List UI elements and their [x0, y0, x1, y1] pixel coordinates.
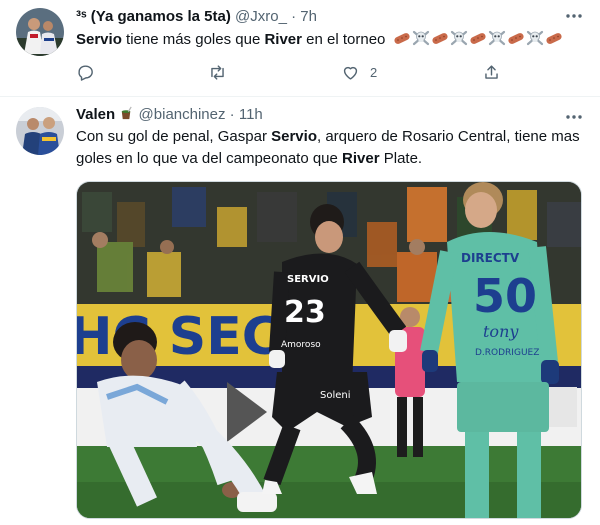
- text-segment: tiene más goles que: [121, 31, 265, 48]
- avatar[interactable]: [16, 8, 64, 56]
- emoji-row: [393, 29, 563, 47]
- skull-crossbones-icon: [450, 30, 467, 46]
- tweet-1[interactable]: ³ˢ (Ya ganamos la 5ta) @Jxro_ · 7h Servi…: [0, 0, 600, 97]
- mention-river: River: [264, 31, 302, 48]
- text-segment: Con su gol de penal, Gaspar: [76, 128, 272, 145]
- display-name[interactable]: Valen: [76, 106, 115, 123]
- retweet-button[interactable]: [208, 60, 227, 84]
- shirt-number: 23: [284, 295, 326, 330]
- timestamp[interactable]: · 7h: [291, 8, 317, 25]
- shirt-sponsor-top: DIRECTV: [461, 251, 520, 265]
- tweet-text: Con su gol de penal, Gaspar Servio, arqu…: [76, 126, 580, 170]
- tweet-text: Servio tiene más goles que River en el t…: [76, 29, 584, 51]
- shirt-sponsor: tony: [483, 322, 519, 341]
- like-icon: [343, 66, 358, 80]
- more-icon[interactable]: [564, 6, 584, 26]
- retweet-icon: [211, 64, 224, 80]
- share-button[interactable]: [482, 60, 501, 84]
- sausage-icon: [469, 33, 486, 44]
- mate-icon: [122, 106, 133, 120]
- text-segment: Plate.: [379, 150, 423, 167]
- shorts-sponsor: Soleni: [320, 390, 351, 401]
- skull-crossbones-icon: [526, 30, 543, 46]
- sausage-icon: [545, 33, 562, 44]
- tweet-header: Valen @bianchinez · 11h: [76, 105, 584, 125]
- like-count: 2: [370, 64, 378, 80]
- shirt-sponsor: Amoroso: [281, 340, 321, 350]
- tweet-photo[interactable]: HC SEC SERVIO 23 Amoroso Soleni DIRECTV …: [76, 181, 582, 519]
- avatar[interactable]: [16, 107, 64, 155]
- action-bar: 2: [76, 60, 516, 84]
- tweet-header: ³ˢ (Ya ganamos la 5ta) @Jxro_ · 7h: [76, 7, 584, 27]
- sausage-icon: [393, 33, 410, 44]
- mention-river: River: [342, 150, 380, 167]
- reply-button[interactable]: [76, 60, 95, 84]
- share-icon: [485, 64, 498, 79]
- sausage-icon: [507, 33, 524, 44]
- shirt-player-name: D.RODRIGUEZ: [475, 348, 539, 358]
- display-name[interactable]: ³ˢ (Ya ganamos la 5ta): [76, 8, 231, 25]
- shirt-number: 50: [473, 269, 537, 323]
- sausage-icon: [431, 33, 448, 44]
- more-icon[interactable]: [564, 107, 584, 127]
- timestamp[interactable]: · 11h: [230, 106, 263, 123]
- mention-servio: Servio: [271, 128, 317, 145]
- shirt-name: SERVIO: [287, 274, 329, 285]
- mention-servio: Servio: [76, 31, 122, 48]
- handle[interactable]: @bianchinez: [139, 106, 226, 123]
- tweet-2[interactable]: Valen @bianchinez · 11h Con su gol de pe…: [0, 97, 600, 525]
- reply-icon: [78, 64, 93, 81]
- like-button[interactable]: 2: [341, 60, 377, 84]
- handle[interactable]: @Jxro_: [235, 8, 287, 25]
- banner-text: HC SEC: [77, 307, 280, 367]
- skull-crossbones-icon: [412, 30, 429, 46]
- skull-crossbones-icon: [488, 30, 505, 46]
- text-segment: en el torneo: [301, 31, 386, 48]
